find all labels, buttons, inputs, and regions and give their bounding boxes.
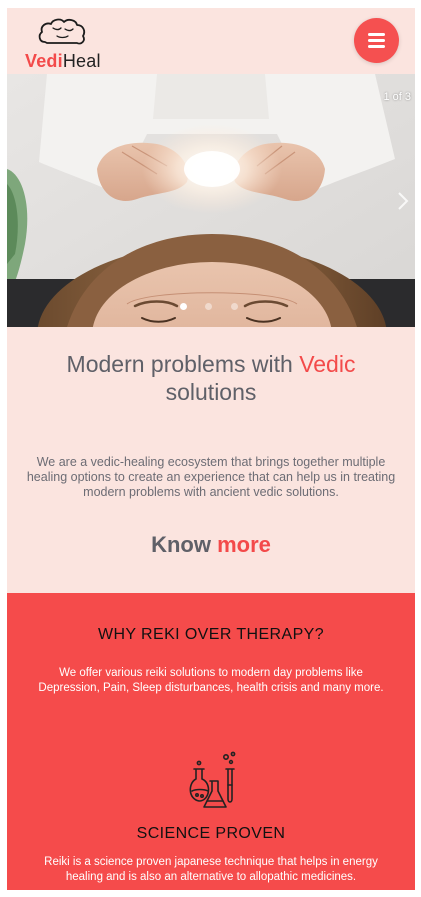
headline-text: Modern problems with bbox=[66, 351, 300, 377]
slider-dot[interactable] bbox=[205, 303, 212, 310]
logo-text-part2: Heal bbox=[62, 51, 101, 71]
why-reiki-section: WHY REKI OVER THERAPY? We offer various … bbox=[7, 593, 415, 890]
hero-image bbox=[7, 74, 415, 327]
headline-accent: Vedic bbox=[299, 351, 356, 377]
slider-dot[interactable] bbox=[180, 303, 187, 310]
science-proven-title: SCIENCE PROVEN bbox=[136, 825, 286, 842]
know-more-text: Know bbox=[151, 532, 218, 557]
logo-text-part1: Vedi bbox=[25, 51, 63, 71]
headline: Modern problems with Vedic solutions bbox=[27, 350, 395, 406]
brain-icon bbox=[38, 18, 86, 45]
lab-flasks-icon bbox=[189, 751, 236, 808]
logo[interactable]: VediHeal bbox=[25, 18, 125, 71]
know-more-link[interactable]: Know more bbox=[7, 532, 415, 558]
intro-description: We are a vedic-healing ecosystem that br… bbox=[26, 455, 396, 499]
intro-section: Modern problems with Vedic solutions We a… bbox=[7, 327, 415, 593]
logo-text: VediHeal bbox=[25, 51, 101, 72]
headline-text-end: solutions bbox=[165, 379, 257, 405]
know-more-accent: more bbox=[217, 532, 271, 557]
page: VediHeal 1 of 3 Modern problems with Ved… bbox=[7, 8, 415, 890]
header: VediHeal bbox=[7, 8, 415, 74]
hero-slider[interactable]: 1 of 3 bbox=[7, 74, 415, 327]
science-proven-description: Reiki is a science proven japanese techn… bbox=[44, 856, 378, 883]
slide-counter: 1 of 3 bbox=[383, 91, 411, 103]
slider-dot[interactable] bbox=[231, 303, 238, 310]
why-reiki-title: WHY REKI OVER THERAPY? bbox=[97, 626, 325, 643]
why-reiki-description: We offer various reiki solutions to mode… bbox=[38, 667, 384, 694]
chevron-right-icon[interactable] bbox=[397, 191, 409, 211]
menu-button[interactable] bbox=[354, 18, 399, 63]
